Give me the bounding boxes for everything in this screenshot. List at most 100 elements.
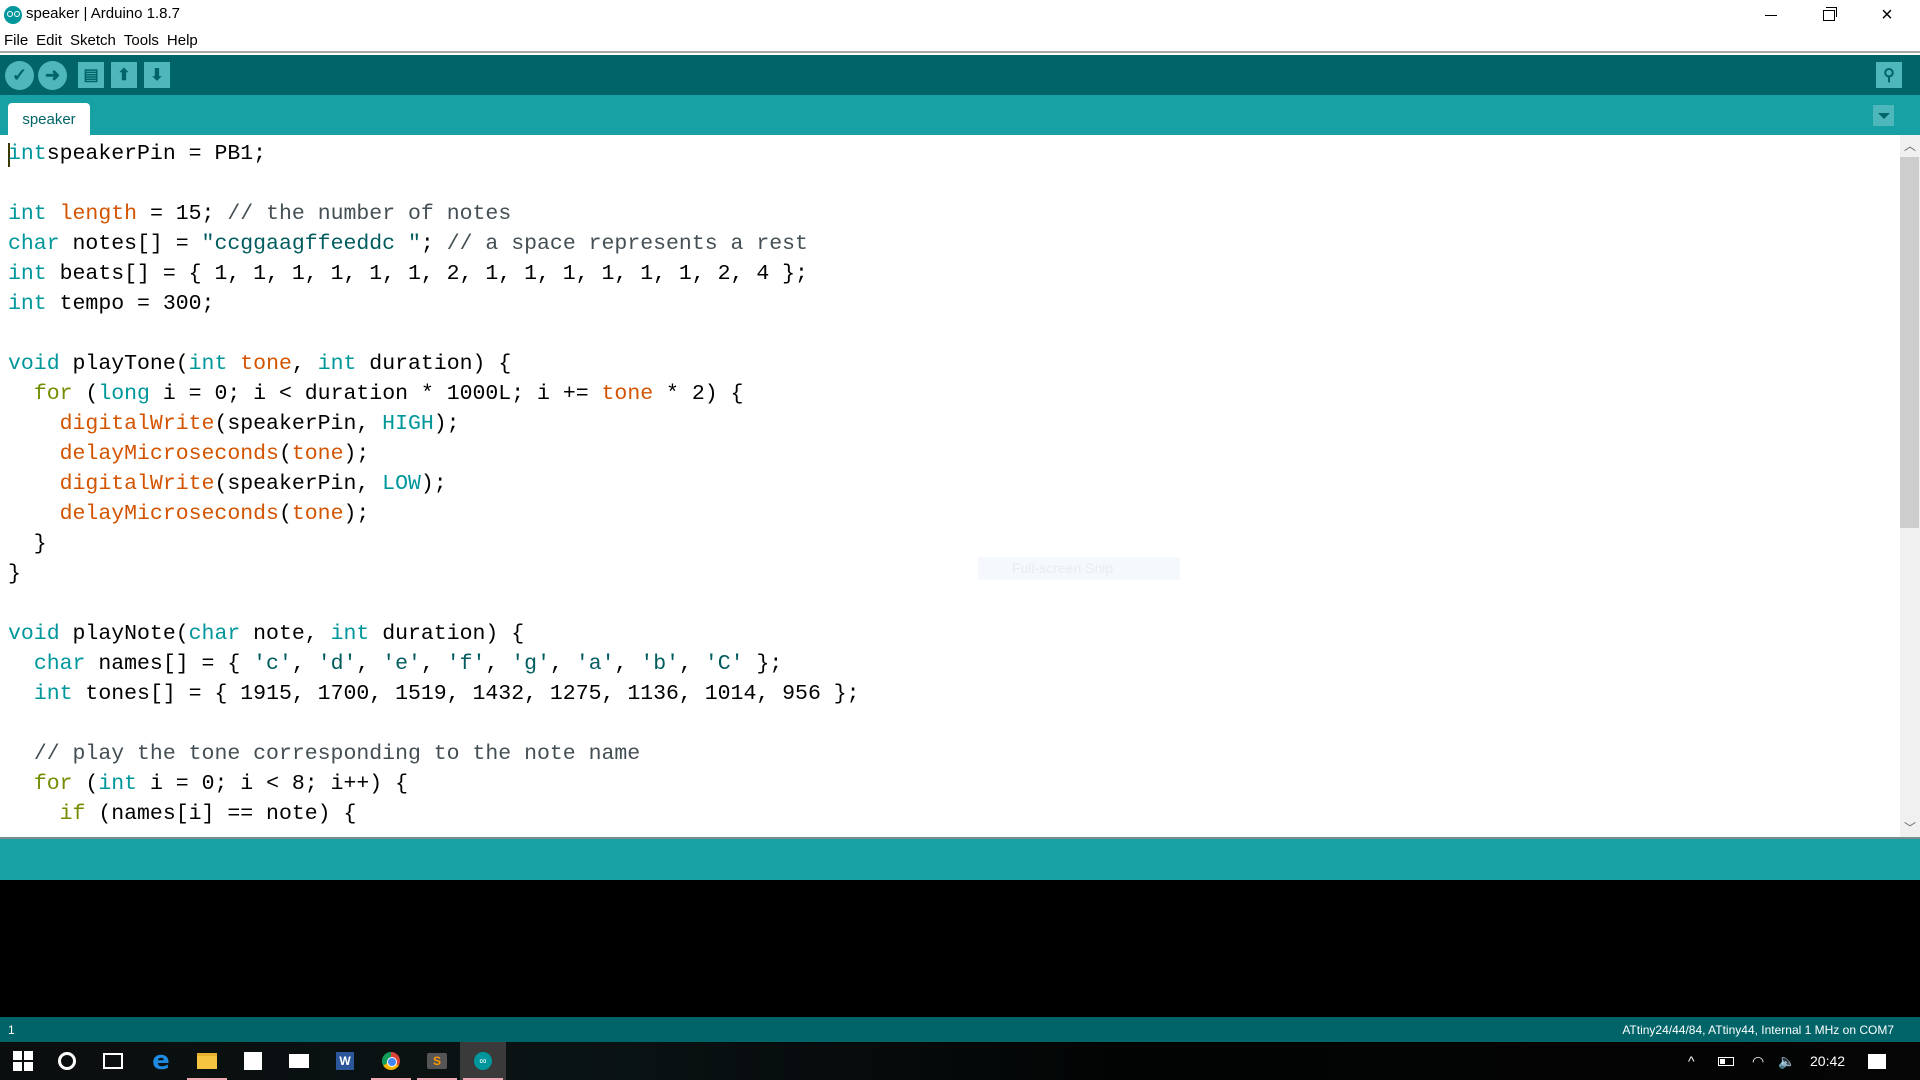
save-sketch-button[interactable]: ⬇ bbox=[144, 62, 170, 88]
code-line[interactable] bbox=[8, 319, 860, 349]
volume-button[interactable]: 🔈 bbox=[1778, 1042, 1795, 1080]
code-line[interactable]: char notes[] = "ccggaagffeeddc "; // a s… bbox=[8, 229, 860, 259]
task-view-button[interactable] bbox=[90, 1042, 136, 1080]
battery-button[interactable] bbox=[1718, 1042, 1734, 1080]
code-line[interactable]: // play the tone corresponding to the no… bbox=[8, 739, 860, 769]
menu-tools[interactable]: Tools bbox=[124, 32, 159, 49]
minimize-button[interactable] bbox=[1742, 0, 1800, 30]
code-line[interactable]: for (int i = 0; i < 8; i++) { bbox=[8, 769, 860, 799]
code-line[interactable]: delayMicroseconds(tone); bbox=[8, 439, 860, 469]
code-line[interactable]: for (long i = 0; i < duration * 1000L; i… bbox=[8, 379, 860, 409]
code-line[interactable]: int length = 15; // the number of notes bbox=[8, 199, 860, 229]
output-console[interactable] bbox=[0, 880, 1920, 1017]
tab-speaker[interactable]: speaker bbox=[8, 103, 90, 135]
store-bag-icon bbox=[244, 1052, 262, 1070]
code-line[interactable]: void playTone(int tone, int duration) { bbox=[8, 349, 860, 379]
code-line[interactable] bbox=[8, 709, 860, 739]
open-sketch-button[interactable]: ⬆ bbox=[111, 62, 137, 88]
status-bar: 1 ATtiny24/44/84, ATtiny44, Internal 1 M… bbox=[0, 1017, 1920, 1042]
restore-button[interactable] bbox=[1800, 0, 1858, 30]
start-button[interactable] bbox=[0, 1042, 46, 1080]
code-editor[interactable]: intspeakerPin = PB1; int length = 15; //… bbox=[0, 135, 1900, 837]
code-line[interactable]: delayMicroseconds(tone); bbox=[8, 499, 860, 529]
restore-icon bbox=[1823, 6, 1837, 21]
taskbar-sublime[interactable]: S bbox=[414, 1042, 460, 1080]
taskbar-file-explorer[interactable] bbox=[184, 1042, 230, 1080]
new-sketch-button[interactable]: ▤ bbox=[78, 62, 104, 88]
code-line[interactable]: if (names[i] == note) { bbox=[8, 799, 860, 829]
cortana-button[interactable] bbox=[44, 1042, 90, 1080]
edge-icon: e bbox=[152, 1046, 170, 1076]
code-line[interactable]: } bbox=[8, 529, 860, 559]
windows-taskbar: e W S ∞ ^ ◠ 🔈 20:42 bbox=[0, 1042, 1920, 1080]
code-token-kw: int bbox=[8, 202, 47, 226]
code-token-kw: int bbox=[8, 292, 47, 316]
code-line[interactable]: intspeakerPin = PB1; bbox=[8, 139, 860, 169]
upload-button[interactable]: ➜ bbox=[38, 61, 67, 90]
verify-button[interactable]: ✓ bbox=[5, 61, 34, 90]
arrow-right-icon: ➜ bbox=[44, 65, 61, 85]
code-token-fn: tone bbox=[240, 352, 292, 376]
menu-sketch[interactable]: Sketch bbox=[70, 32, 116, 49]
code-line[interactable]: } bbox=[8, 559, 860, 589]
code-token-kw2: if bbox=[59, 802, 86, 826]
sublime-text-icon: S bbox=[427, 1053, 447, 1069]
code-line[interactable]: char names[] = { 'c', 'd', 'e', 'f', 'g'… bbox=[8, 649, 860, 679]
code-token-fn: length bbox=[59, 202, 138, 226]
code-token: (speakerPin, bbox=[214, 412, 383, 436]
code-line[interactable] bbox=[8, 169, 860, 199]
code-token: tempo = 300; bbox=[46, 292, 215, 316]
folder-icon bbox=[197, 1053, 217, 1069]
show-hidden-icons-button[interactable]: ^ bbox=[1688, 1042, 1695, 1080]
code-token-st: 'f' bbox=[446, 652, 486, 676]
menu-help[interactable]: Help bbox=[167, 32, 198, 49]
code-line[interactable]: int tones[] = { 1915, 1700, 1519, 1432, … bbox=[8, 679, 860, 709]
code-token: , bbox=[485, 652, 512, 676]
taskbar-chrome[interactable] bbox=[368, 1042, 414, 1080]
battery-charging-icon bbox=[1718, 1056, 1734, 1066]
network-button[interactable]: ◠ bbox=[1752, 1042, 1764, 1080]
window-title: speaker | Arduino 1.8.7 bbox=[26, 5, 180, 22]
taskbar-store[interactable] bbox=[230, 1042, 276, 1080]
code-token-kw: HIGH bbox=[382, 412, 434, 436]
code-token-kw: int bbox=[8, 142, 47, 166]
taskbar-word[interactable]: W bbox=[322, 1042, 368, 1080]
code-content[interactable]: intspeakerPin = PB1; int length = 15; //… bbox=[8, 139, 860, 829]
close-button[interactable]: × bbox=[1858, 0, 1916, 30]
code-token-kw: long bbox=[98, 382, 150, 406]
arrow-up-icon: ⬆ bbox=[117, 67, 131, 84]
action-center-button[interactable] bbox=[1868, 1042, 1886, 1080]
taskbar-arduino[interactable]: ∞ bbox=[460, 1042, 506, 1080]
code-token: , bbox=[420, 652, 447, 676]
code-line[interactable]: int tempo = 300; bbox=[8, 289, 860, 319]
code-token-st: 'C' bbox=[704, 652, 744, 676]
tab-menu-button[interactable] bbox=[1873, 105, 1894, 126]
code-line[interactable]: digitalWrite(speakerPin, HIGH); bbox=[8, 409, 860, 439]
code-token-kw: int bbox=[33, 682, 73, 706]
code-line[interactable]: void playNote(char note, int duration) { bbox=[8, 619, 860, 649]
code-token-fn: tone bbox=[291, 442, 344, 466]
editor-vertical-scrollbar[interactable]: ︿ ﹀ bbox=[1900, 135, 1920, 837]
code-line[interactable] bbox=[8, 589, 860, 619]
clock[interactable]: 20:42 bbox=[1810, 1042, 1845, 1080]
code-line[interactable]: digitalWrite(speakerPin, LOW); bbox=[8, 469, 860, 499]
code-token-cm: // play the tone corresponding to the no… bbox=[33, 742, 641, 766]
taskbar-mail[interactable] bbox=[276, 1042, 322, 1080]
scrollbar-thumb[interactable] bbox=[1900, 157, 1919, 528]
scroll-down-arrow-icon[interactable]: ﹀ bbox=[1900, 817, 1920, 837]
menu-file[interactable]: File bbox=[4, 32, 28, 49]
code-token-st: "ccggaagffeeddc " bbox=[201, 232, 421, 256]
code-line[interactable]: int beats[] = { 1, 1, 1, 1, 1, 1, 2, 1, … bbox=[8, 259, 860, 289]
serial-monitor-button[interactable]: ⚲ bbox=[1876, 62, 1902, 88]
menu-edit[interactable]: Edit bbox=[36, 32, 62, 49]
taskbar-edge[interactable]: e bbox=[138, 1042, 184, 1080]
scroll-up-arrow-icon[interactable]: ︿ bbox=[1900, 135, 1920, 155]
checkmark-icon: ✓ bbox=[11, 65, 28, 85]
code-token-st: 'd' bbox=[317, 652, 357, 676]
